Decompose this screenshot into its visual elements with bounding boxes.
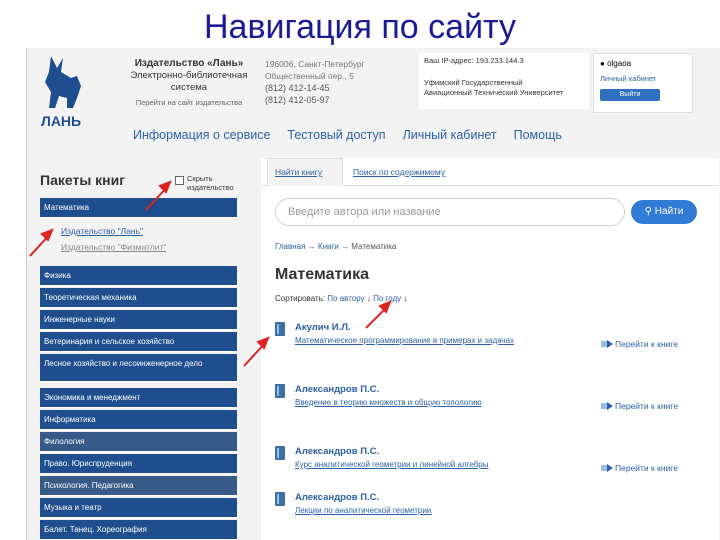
site-screenshot: ЛАНЬ Издательство «Лань» Электронно-библ…: [26, 48, 720, 540]
book-icon: [275, 492, 285, 506]
category-selected[interactable]: Математика: [40, 198, 237, 218]
tab-find-book[interactable]: Найти книгу: [275, 167, 322, 177]
sort-author-arrow-icon: ↓: [366, 294, 371, 303]
book-item: Александров П.С. Лекции по аналитической…: [275, 492, 715, 540]
go-to-book-icon: [601, 340, 613, 348]
book-author[interactable]: Александров П.С.: [295, 492, 379, 503]
go-to-book-icon: [601, 464, 613, 472]
nav-help[interactable]: Помощь: [514, 128, 562, 144]
ip-box: Ваш IP-адрес: 193.233.144.3 Уфимский Гос…: [419, 53, 589, 109]
user-icon: ●: [600, 59, 605, 68]
book-title[interactable]: Лекции по аналитической геометрии: [295, 506, 431, 515]
brand-line2: Электронно-библиотечная: [130, 70, 248, 81]
phone-2: (812) 412-05-97: [265, 95, 330, 105]
brand-line3: система: [170, 82, 208, 93]
category-item[interactable]: Музыка и театр: [40, 498, 237, 518]
publisher-lan[interactable]: Издательство "Лань": [61, 226, 143, 236]
brand-name: Издательство «Лань»: [134, 58, 244, 69]
search-input[interactable]: Введите автора или название: [275, 198, 625, 226]
breadcrumb-home[interactable]: Главная: [275, 242, 305, 251]
category-item[interactable]: Право. Юриспруденция: [40, 454, 237, 474]
publisher-fizmatlit[interactable]: Издательство "Физматлит": [61, 242, 166, 252]
category-item[interactable]: Инженерные науки: [40, 310, 237, 330]
ip-label: Ваш IP-адрес: 193.233.144.3: [424, 56, 524, 65]
go-to-book-link[interactable]: Перейти к книге: [615, 401, 678, 411]
category-item[interactable]: Психология. Педагогика: [40, 476, 237, 496]
site-header: ЛАНЬ Издательство «Лань» Электронно-библ…: [27, 48, 720, 142]
search-icon: ⚲: [644, 206, 652, 217]
category-item[interactable]: Ветеринария и сельское хозяйство: [40, 332, 237, 352]
city: 196006, Санкт-Петербург: [265, 59, 365, 69]
packages-title: Пакеты книг: [40, 172, 126, 188]
nav-cabinet[interactable]: Личный кабинет: [403, 128, 497, 144]
sort-bar: Сортировать: По автору ↓ По году ↓: [275, 294, 407, 303]
book-item: Акулич И.Л. Математическое программирова…: [275, 322, 715, 372]
book-icon: [275, 322, 285, 336]
category-item[interactable]: Теоретическая механика: [40, 288, 237, 308]
tab-content-search[interactable]: Поиск по содержимому: [353, 167, 445, 177]
category-item[interactable]: Филология: [40, 432, 237, 452]
book-icon: [275, 446, 285, 460]
book-title[interactable]: Курс аналитической геометрии и линейной …: [295, 460, 489, 469]
phone-1: (812) 412-14-45: [265, 83, 330, 93]
book-author[interactable]: Александров П.С.: [295, 384, 379, 395]
street: Общественный пер., 5: [265, 71, 354, 81]
nav-info[interactable]: Информация о сервисе: [133, 128, 270, 144]
go-to-book-icon: [601, 402, 613, 410]
category-item[interactable]: Информатика: [40, 410, 237, 430]
org-line2: Авиационный Технический Университет: [424, 88, 564, 97]
brand-block: Издательство «Лань» Электронно-библиотеч…: [109, 58, 269, 109]
exit-button[interactable]: Выйти: [600, 89, 660, 101]
cabinet-link[interactable]: Личный кабинет: [600, 74, 686, 83]
book-author[interactable]: Акулич И.Л.: [295, 322, 351, 333]
page-title: Математика: [275, 266, 370, 283]
go-to-book-link[interactable]: Перейти к книге: [615, 339, 678, 349]
book-item: Александров П.С. Введение в теорию множе…: [275, 384, 715, 434]
username: olgaoa: [607, 59, 632, 68]
breadcrumb-current: Математика: [351, 242, 397, 251]
book-author[interactable]: Александров П.С.: [295, 446, 379, 457]
search-button-label: Найти: [654, 206, 684, 217]
category-item[interactable]: Экономика и менеджмент: [40, 388, 237, 408]
book-title[interactable]: Математическое программирование в пример…: [295, 336, 514, 345]
user-box: ● olgaoa Личный кабинет Выйти: [593, 53, 693, 113]
svg-text:ЛАНЬ: ЛАНЬ: [41, 113, 81, 129]
search-button[interactable]: ⚲ Найти: [631, 200, 697, 224]
hide-publisher-checkbox[interactable]: [175, 176, 184, 185]
breadcrumb-books[interactable]: Книги: [318, 242, 339, 251]
org-line1: Уфимский Государственный: [424, 78, 523, 87]
hide-publisher-label: Скрыть издательство: [187, 174, 234, 192]
category-item[interactable]: Балет. Танец. Хореография: [40, 520, 237, 540]
go-to-book-link[interactable]: Перейти к книге: [615, 463, 678, 473]
book-item: Александров П.С. Курс аналитической геом…: [275, 446, 715, 496]
sort-by-year[interactable]: По году: [373, 294, 401, 303]
breadcrumb: Главная → Книги → Математика: [275, 242, 397, 251]
nav-test-access[interactable]: Тестовый доступ: [287, 128, 385, 144]
lan-logo-icon: ЛАНЬ: [41, 56, 81, 129]
search-tabs: Найти книгу Поиск по содержимому: [261, 158, 719, 186]
right-panel: Найти книгу Поиск по содержимому Введите…: [261, 158, 719, 540]
category-item[interactable]: Лесное хозяйство и лесоинженерное дело: [40, 354, 237, 382]
contacts: 196006, Санкт-Петербург Общественный пер…: [265, 58, 405, 106]
book-icon: [275, 384, 285, 398]
main-nav: Информация о сервисе Тестовый доступ Лич…: [133, 128, 562, 144]
slide-title: Навигация по сайту: [203, 8, 517, 46]
category-item[interactable]: Физика: [40, 266, 237, 286]
left-panel: Пакеты книг Скрыть издательство Математи…: [31, 158, 237, 540]
sort-by-author[interactable]: По автору: [327, 294, 364, 303]
publisher-site-link[interactable]: Перейти на сайт издательства: [109, 97, 269, 109]
sort-label: Сортировать:: [275, 294, 326, 303]
book-title[interactable]: Введение в теорию множеств и общую топол…: [295, 398, 482, 407]
sort-year-arrow-icon: ↓: [403, 294, 408, 303]
